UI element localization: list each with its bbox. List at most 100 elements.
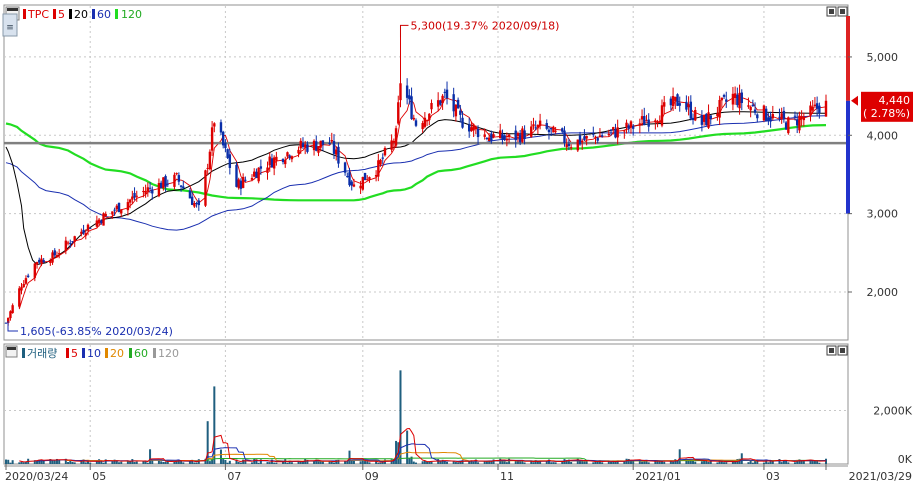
volume-bar <box>228 460 231 464</box>
x-axis: 2020/03/24 05 07 09 11 2021/01 03 2021/03/29 <box>5 464 912 483</box>
candle-body <box>352 184 356 187</box>
volume-bar <box>18 462 21 464</box>
candle-body <box>408 95 411 100</box>
volume-bar <box>377 462 380 464</box>
volume-panel-restore-icon <box>829 348 834 353</box>
legend-ma5: 5 <box>58 8 65 21</box>
candle-body <box>505 138 509 141</box>
legend-marker-tpc <box>23 9 26 19</box>
candle-body <box>100 220 103 224</box>
candle-body <box>716 113 719 117</box>
candle-body <box>288 155 291 158</box>
volume-bar <box>266 462 269 464</box>
calendar-icon-glyph: ≡ <box>6 23 14 33</box>
volume-bar <box>421 461 424 464</box>
volume-bar <box>395 440 398 464</box>
volume-bar <box>224 459 227 464</box>
legend-vma5: 5 <box>71 347 78 360</box>
volume-bar <box>767 462 770 464</box>
candle-body <box>255 171 258 179</box>
candle-body <box>142 190 145 193</box>
candle-body <box>523 130 526 139</box>
volume-legend: 거래량 5 10 20 60 120 <box>5 345 179 360</box>
volume-bar <box>430 461 433 464</box>
candle-body <box>629 121 633 128</box>
candle-body <box>691 117 695 121</box>
candle-body <box>674 96 677 101</box>
candle-body <box>549 128 553 130</box>
candle-body <box>66 242 70 244</box>
candle-body <box>188 190 192 199</box>
volume-bar <box>787 462 790 464</box>
volume-bar <box>20 461 23 464</box>
volume-bar <box>71 461 74 464</box>
last-price-value: 4,440 <box>879 94 911 107</box>
candle-body <box>80 231 83 234</box>
candle-body <box>363 172 367 181</box>
candle-body <box>221 131 225 146</box>
legend-vma60: 60 <box>134 347 148 360</box>
volume-bar <box>454 462 457 464</box>
candle-body <box>612 127 615 130</box>
candle-body <box>374 174 378 177</box>
candle-body <box>131 196 134 200</box>
volume-bar <box>182 462 185 464</box>
candle-body <box>569 147 573 149</box>
candle-body <box>84 233 87 236</box>
x-label: 2021/03/29 <box>849 470 912 483</box>
candle-body <box>235 164 238 187</box>
candle-body <box>687 104 690 108</box>
candle-body <box>9 311 12 319</box>
legend-marker-volume <box>22 348 25 358</box>
candle-body <box>26 275 30 277</box>
candle-body <box>441 95 444 104</box>
candle-body <box>159 182 163 189</box>
candle-body <box>22 283 25 288</box>
candle-body <box>346 176 349 178</box>
candle-body <box>20 286 23 291</box>
candle-body <box>452 94 455 112</box>
volume-bar <box>239 462 242 464</box>
volume-bar <box>366 461 369 464</box>
candle-body <box>430 102 433 110</box>
candle-body <box>239 180 243 189</box>
legend-ma120: 120 <box>121 8 142 21</box>
legend-ma20: 20 <box>74 8 88 21</box>
legend-marker-vma120 <box>153 348 156 358</box>
candle-body <box>689 101 693 119</box>
candle-body <box>213 123 216 127</box>
candle-body <box>811 106 814 111</box>
candle-body <box>104 213 107 217</box>
candle-body <box>461 117 464 128</box>
volume-bar <box>111 461 114 464</box>
candle-body <box>64 240 68 252</box>
candle-body <box>126 202 130 211</box>
volume-bar <box>7 459 10 464</box>
volume-bar <box>219 449 222 464</box>
volume-bar <box>552 462 555 464</box>
volume-bar <box>663 461 666 464</box>
stock-chart: 5,300(19.37% 2020/09/18) 1,605(-63.85% 2… <box>2 4 913 483</box>
candle-body <box>335 149 338 155</box>
candle-body <box>397 102 400 124</box>
volume-bar <box>716 462 719 464</box>
candle-body <box>379 159 382 165</box>
volume-bar <box>321 461 324 464</box>
volume-panel-close-icon <box>840 348 845 353</box>
candle-body <box>315 141 318 151</box>
volume-bar <box>532 462 535 464</box>
candle-body <box>71 241 74 243</box>
legend-marker-ma20 <box>69 9 72 19</box>
volume-bar <box>330 461 333 464</box>
candle-body <box>157 182 161 197</box>
volume-bar <box>73 462 76 464</box>
candle-body <box>425 120 429 122</box>
candle-body <box>421 123 424 130</box>
candle-body <box>423 117 427 127</box>
volume-bar <box>700 461 703 464</box>
volume-bar <box>550 462 553 464</box>
volume-bar <box>157 460 160 464</box>
volume-bar <box>592 462 595 464</box>
candle-body <box>700 114 704 125</box>
volume-bar <box>257 462 260 464</box>
